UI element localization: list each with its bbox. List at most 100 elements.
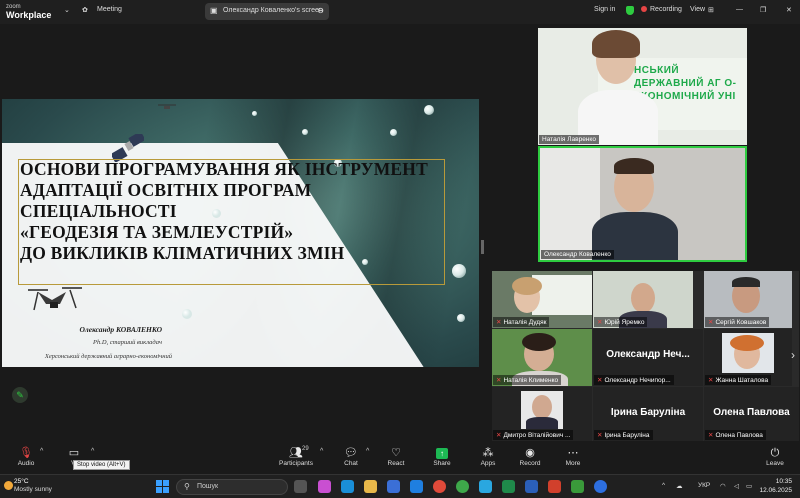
muted-mic-icon: ✕ (597, 432, 603, 439)
audio-options-chevron-icon[interactable]: ^ (40, 448, 43, 455)
gallery-tile[interactable]: ✕ Наталія Клименко (492, 329, 592, 386)
gallery-tile[interactable]: ✕ Дмитро Віталійович ... (492, 387, 592, 441)
battery-icon[interactable]: ▭ (746, 482, 752, 490)
more-label: More (565, 460, 581, 467)
gallery-tile[interactable]: ✕ Юрій Яремко (593, 271, 693, 328)
bubble (457, 314, 465, 322)
participants-count: 29 (302, 446, 309, 452)
chrome-icon[interactable] (433, 480, 446, 493)
slide-title-line: ДО ВИКЛИКІВ КЛІМАТИЧНИХ ЗМІН (20, 243, 345, 263)
screen-share-indicator[interactable]: ▣ Олександр Коваленко's screen ⊖ (205, 3, 329, 20)
participants-chevron-icon[interactable]: ^ (320, 448, 323, 455)
participant-hair (730, 335, 764, 351)
system-clock[interactable]: 10:35 12.06.2025 (756, 477, 792, 495)
heart-icon: ♡ (391, 447, 401, 459)
word-icon[interactable] (525, 480, 538, 493)
task-view-icon[interactable] (294, 480, 307, 493)
weather-desc: Mostly sunny (14, 486, 52, 493)
gallery-next-icon[interactable]: › (791, 348, 795, 362)
windows-start-icon[interactable] (156, 480, 169, 493)
title-bar: zoom Workplace ⌄ ✿ Meeting ▣ Олександр К… (0, 0, 800, 24)
tray-chevron-icon[interactable]: ^ (662, 482, 665, 489)
split-handle[interactable] (481, 240, 484, 254)
record-button[interactable]: ◉ Record (516, 446, 544, 467)
gallery-tile[interactable]: Олександр Неч... ✕ Олександр Нечипор... (593, 329, 703, 386)
participant-hair (512, 277, 542, 295)
slide-author: Олександр КОВАЛЕНКО (79, 325, 162, 334)
chrome-alt-icon[interactable] (548, 480, 561, 493)
slide-title-line: СПЕЦІАЛЬНОСТІ (20, 201, 177, 221)
photos-icon[interactable] (571, 480, 584, 493)
clock-time: 10:35 (775, 478, 792, 485)
muted-mic-icon: ✕ (708, 319, 714, 326)
zoom-app-icon[interactable] (594, 480, 607, 493)
chat-chevron-icon[interactable]: ^ (366, 448, 369, 455)
react-button[interactable]: ♡ React (382, 446, 410, 467)
chevron-down-icon[interactable]: ⌄ (64, 6, 70, 14)
video-tile-natalia-lavrenko[interactable]: НСЬКИЙ ДЕРЖАВНИЙ АГ О-ЕКОНОМІЧНИЙ УНІ ТЕ… (538, 28, 747, 145)
excel-icon[interactable] (502, 480, 515, 493)
video-options-chevron-icon[interactable]: ^ (91, 448, 94, 455)
participant-name: ✕ Ірина Баруліна (594, 430, 653, 440)
record-label: Record (519, 460, 541, 467)
gallery-tile[interactable]: ✕ Сергій Ковшаков (704, 271, 792, 328)
gallery-tile[interactable]: Ірина Баруліна ✕ Ірина Баруліна (593, 387, 703, 441)
weather-widget[interactable]: 25°C Mostly sunny (14, 478, 52, 494)
record-dot-icon (641, 6, 647, 12)
chrome-profile-icon[interactable] (456, 480, 469, 493)
close-icon[interactable]: ✕ (786, 6, 792, 14)
edge-icon[interactable] (341, 480, 354, 493)
participant-big-name: Олександр Неч... (606, 349, 690, 360)
chat-button[interactable]: 💬︎ Chat (338, 446, 364, 467)
annotate-icon[interactable]: ✎ (12, 387, 28, 403)
participant-name: ✕ Сергій Ковшаков (705, 317, 770, 327)
wall (540, 148, 600, 260)
sign-in-link[interactable]: Sign in (594, 6, 615, 13)
chat-label: Chat (344, 460, 358, 467)
tray-app-icon[interactable]: ☁ (676, 482, 683, 490)
gallery-tile[interactable]: ✕ Наталія Дудяк (492, 271, 592, 328)
recording-indicator[interactable]: Recording (641, 6, 682, 13)
slide-degree: Ph.D, старший викладач (93, 339, 162, 346)
grid-icon[interactable]: ⊞ (708, 6, 714, 14)
muted-mic-icon: ✕ (708, 432, 714, 439)
language-indicator[interactable]: УКР (698, 482, 710, 489)
outlook-icon[interactable] (410, 480, 423, 493)
minimize-icon[interactable]: — (736, 6, 743, 13)
people-icon: 👥︎ (289, 447, 303, 459)
taskbar-search-input[interactable]: ⚲ Пошук (176, 479, 288, 495)
skype-icon[interactable] (479, 480, 492, 493)
participant-name: ✕ Жанна Шаталова (705, 375, 772, 385)
banner-backdrop (532, 275, 592, 315)
participants-button[interactable]: 👥︎ 29 Participants (276, 446, 316, 467)
leave-button[interactable]: ⏻ Leave (761, 446, 789, 467)
react-label: React (387, 460, 405, 467)
restore-icon[interactable]: ❐ (760, 6, 766, 14)
store-icon[interactable] (387, 480, 400, 493)
bubble (424, 105, 434, 115)
video-tile-oleksandr-kovalenko[interactable]: Олександр Коваленко (538, 146, 747, 262)
clock-date: 12.06.2025 (759, 487, 792, 494)
apps-button[interactable]: ⁂ Apps (474, 446, 502, 467)
view-menu[interactable]: View (690, 6, 705, 13)
participant-hair (522, 333, 556, 351)
participant-big-name: Ірина Баруліна (610, 407, 686, 418)
volume-icon[interactable]: ◁ (734, 482, 739, 490)
audio-button[interactable]: 🎙︎ Audio (14, 446, 38, 467)
apps-icon: ⁂ (482, 447, 494, 459)
shared-slide: ОСНОВИ ПРОГРАМУВАННЯ ЯК ІНСТРУМЕНТ АДАПТ… (2, 99, 479, 367)
copilot-icon[interactable] (318, 480, 331, 493)
video-tooltip: Stop video (Alt+V) (73, 460, 130, 470)
gallery-tile[interactable]: ✕ Жанна Шаталова (704, 329, 792, 386)
more-icon[interactable]: ⊖ (317, 6, 324, 15)
participant-hair (732, 277, 760, 287)
recording-label: Recording (650, 6, 682, 13)
camera-icon: ▭ (68, 447, 80, 459)
slide-title-line: «ГЕОДЕЗІЯ ТА ЗЕМЛЕУСТРІЙ» (20, 222, 294, 242)
wifi-icon[interactable]: ◠ (720, 482, 726, 490)
gallery-tile[interactable]: Олена Павлова ✕ Олена Павлова (704, 387, 799, 441)
more-button[interactable]: ⋯ More (559, 446, 587, 467)
share-button[interactable]: ↑ Share (428, 446, 456, 467)
file-explorer-icon[interactable] (364, 480, 377, 493)
chat-icon: 💬︎ (344, 447, 358, 459)
